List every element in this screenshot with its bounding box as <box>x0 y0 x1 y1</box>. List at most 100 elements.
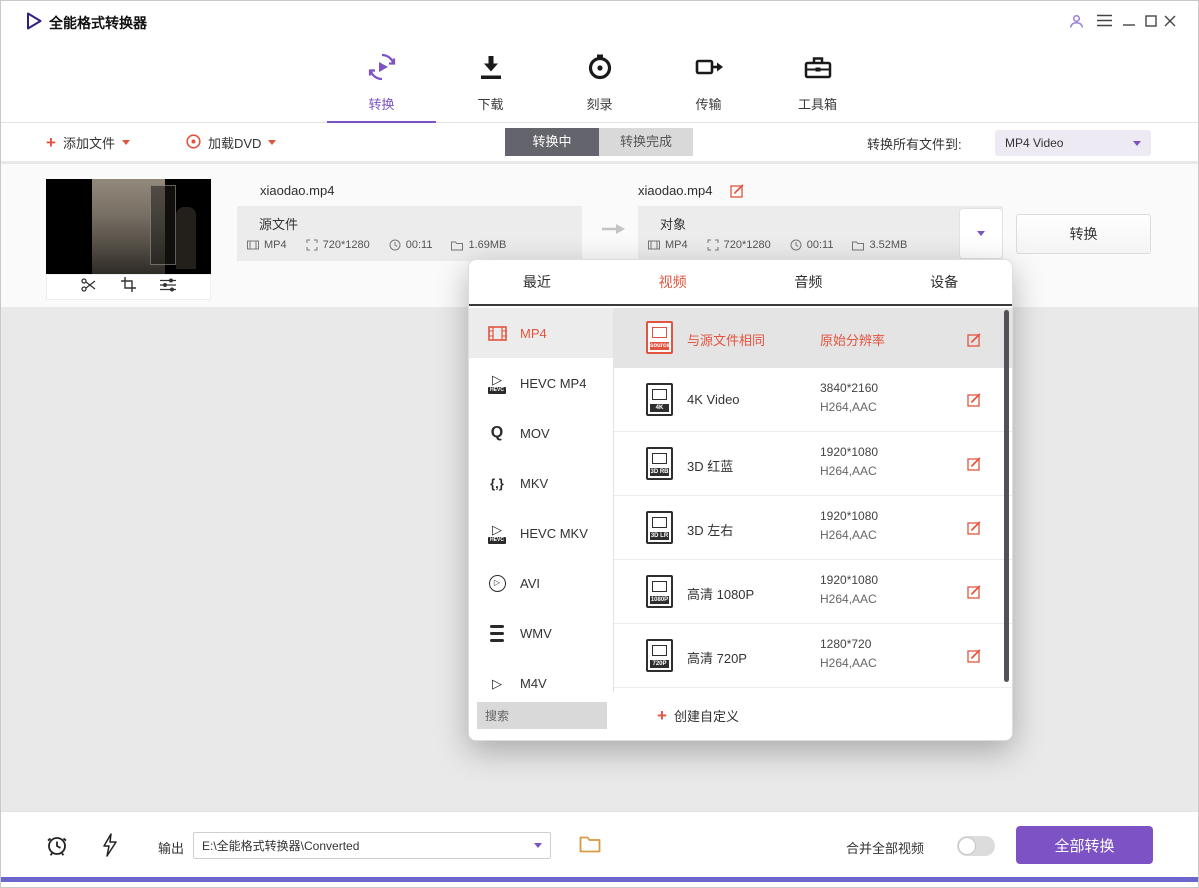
load-dvd-button[interactable]: 加载DVD <box>186 133 276 152</box>
preset-4k[interactable]: 4K 4K Video 3840*2160H264,AAC <box>614 368 1012 432</box>
source-duration: 00:11 <box>389 239 433 251</box>
format-item-hevc-mp4[interactable]: ▷HEVC HEVC MP4 <box>469 358 613 408</box>
crop-icon[interactable] <box>121 277 136 297</box>
add-file-button[interactable]: + 添加文件 <box>46 133 130 152</box>
source-format: MP4 <box>247 239 287 251</box>
create-custom-button[interactable]: + 创建自定义 <box>657 706 739 725</box>
close-icon[interactable] <box>1164 14 1176 32</box>
main-nav: 转换 下载 刻录 传输 工具箱 <box>1 41 1198 123</box>
video-thumbnail <box>46 179 211 274</box>
format-item-mov[interactable]: Q MOV <box>469 408 613 458</box>
720p-badge-icon: 720P <box>646 639 673 672</box>
disc-icon <box>585 52 615 87</box>
toggle-knob <box>958 837 976 855</box>
target-file-name: xiaodao.mp4 <box>638 183 712 198</box>
edit-preset-icon[interactable] <box>967 648 982 668</box>
chevron-down-icon <box>122 140 130 145</box>
edit-preset-icon[interactable] <box>967 520 982 540</box>
mkv-icon: {,} <box>484 477 510 490</box>
account-icon[interactable] <box>1069 14 1084 34</box>
schedule-icon[interactable] <box>45 833 69 862</box>
tab-transfer[interactable]: 传输 <box>654 41 763 123</box>
search-input[interactable] <box>477 702 607 729</box>
format-picker-popup: 最近 视频 音频 设备 MP4 ▷HEVC HEVC MP4 Q M <box>468 259 1013 741</box>
tab-video[interactable]: 视频 <box>605 260 741 304</box>
queue-tabs: 转换中 转换完成 <box>505 128 693 156</box>
open-folder-icon[interactable] <box>579 835 601 858</box>
film-icon <box>484 326 510 341</box>
trim-icon[interactable] <box>81 278 97 297</box>
edit-preset-icon[interactable] <box>967 392 982 412</box>
play-icon: ▷ <box>484 677 510 690</box>
app-title: 全能格式转换器 <box>49 13 147 33</box>
layers-icon <box>484 623 510 644</box>
merge-all-label: 合并全部视频 <box>846 838 924 857</box>
format-item-mkv[interactable]: {,} MKV <box>469 458 613 508</box>
tab-device[interactable]: 设备 <box>876 260 1012 304</box>
toolbox-icon <box>803 52 833 87</box>
edit-preset-icon[interactable] <box>967 332 982 352</box>
tab-completed[interactable]: 转换完成 <box>599 128 693 156</box>
source-badge-icon: source <box>646 321 673 354</box>
tab-burn[interactable]: 刻录 <box>545 41 654 123</box>
tab-audio[interactable]: 音频 <box>741 260 877 304</box>
tab-toolbox-label: 工具箱 <box>798 94 837 113</box>
source-info-box: 源文件 MP4 720*1280 00:11 <box>237 206 582 261</box>
format-picker-tabs: 最近 视频 音频 设备 <box>469 260 1012 306</box>
chevron-down-icon[interactable] <box>534 843 542 848</box>
output-label: 输出 <box>158 838 184 857</box>
quicktime-icon: Q <box>484 425 510 441</box>
tab-download[interactable]: 下载 <box>436 41 545 123</box>
chevron-down-icon <box>268 140 276 145</box>
tab-converting[interactable]: 转换中 <box>505 128 599 156</box>
target-info-box: 对象 MP4 720*1280 00:11 <box>638 206 1003 261</box>
minimize-icon[interactable] <box>1123 16 1135 34</box>
arrow-right-icon <box>600 222 626 241</box>
toolbar: + 添加文件 加载DVD 转换中 转换完成 转换所有文件到: MP4 Video <box>1 123 1198 161</box>
1080p-badge-icon: 1080P <box>646 575 673 608</box>
effects-icon[interactable] <box>160 278 176 297</box>
format-item-hevc-mkv[interactable]: ▷HEVC HEVC MKV <box>469 508 613 558</box>
titlebar: 全能格式转换器 <box>1 1 1198 41</box>
tab-recent[interactable]: 最近 <box>469 260 605 304</box>
tab-convert[interactable]: 转换 <box>327 41 436 123</box>
format-item-avi[interactable]: ▷ AVI <box>469 558 613 608</box>
app-logo-icon <box>25 12 43 35</box>
rename-icon[interactable] <box>730 183 745 203</box>
transfer-icon <box>694 52 724 87</box>
target-label: 对象 <box>660 214 686 233</box>
preset-same-as-source[interactable]: source 与源文件相同 原始分辨率 <box>614 308 1012 368</box>
convert-all-button[interactable]: 全部转换 <box>1016 826 1153 864</box>
target-format-dropdown-button[interactable] <box>959 208 1003 259</box>
merge-toggle[interactable] <box>957 836 995 856</box>
3d-rb-badge-icon: 3D RB <box>646 447 673 480</box>
preset-3d-redblue[interactable]: 3D RB 3D 红蓝 1920*1080H264,AAC <box>614 432 1012 496</box>
footer-bar: 输出 合并全部视频 全部转换 <box>1 811 1198 877</box>
scrollbar[interactable] <box>1004 310 1009 682</box>
app-window: 全能格式转换器 转换 下载 <box>0 0 1199 888</box>
tab-burn-label: 刻录 <box>586 94 612 113</box>
tab-transfer-label: 传输 <box>695 94 721 113</box>
preset-720p[interactable]: 720P 高清 720P 1280*720H264,AAC <box>614 624 1012 688</box>
tab-toolbox[interactable]: 工具箱 <box>763 41 872 123</box>
source-label: 源文件 <box>259 214 298 233</box>
format-item-mp4[interactable]: MP4 <box>469 308 613 358</box>
format-item-wmv[interactable]: WMV <box>469 608 613 658</box>
preset-1080p[interactable]: 1080P 高清 1080P 1920*1080H264,AAC <box>614 560 1012 624</box>
preset-3d-leftright[interactable]: 3D LR 3D 左右 1920*1080H264,AAC <box>614 496 1012 560</box>
output-path-input[interactable] <box>193 832 551 859</box>
performance-icon[interactable] <box>102 833 118 862</box>
format-item-m4v[interactable]: ▷ M4V <box>469 658 613 692</box>
target-duration: 00:11 <box>790 239 834 251</box>
hevc-play-icon: ▷HEVC <box>484 373 510 394</box>
tab-convert-label: 转换 <box>368 94 394 113</box>
output-format-value: MP4 Video <box>1005 136 1063 150</box>
convert-button[interactable]: 转换 <box>1016 214 1151 254</box>
menu-icon[interactable] <box>1097 14 1112 32</box>
chevron-down-icon <box>1133 141 1141 146</box>
output-format-dropdown[interactable]: MP4 Video <box>995 130 1151 156</box>
source-size: 1.69MB <box>451 239 506 251</box>
edit-preset-icon[interactable] <box>967 584 982 604</box>
maximize-icon[interactable] <box>1145 14 1157 32</box>
edit-preset-icon[interactable] <box>967 456 982 476</box>
